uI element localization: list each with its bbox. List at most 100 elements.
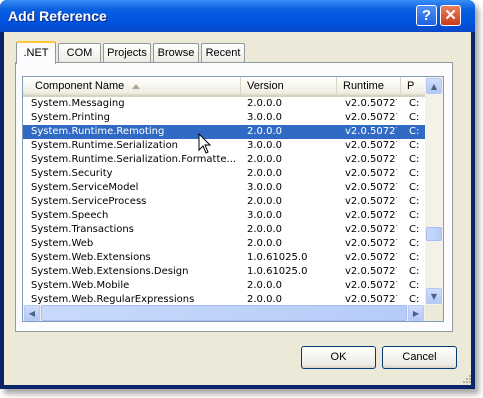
path-cell: C: — [409, 154, 420, 165]
component-name-cell: System.Web.Extensions.Design — [31, 266, 189, 277]
resize-grip-icon[interactable] — [461, 373, 471, 383]
list-item[interactable]: System.ServiceProcess 2.0.0.0 v2.0.50727 C: — [23, 195, 425, 209]
list-header: Component Name Version Runtime P — [23, 77, 425, 97]
tab-net[interactable]: .NET — [16, 41, 56, 64]
component-name-cell: System.Web — [31, 238, 94, 249]
add-reference-dialog: Add Reference ? ✕ .NET COM Projects Brow… — [0, 0, 475, 389]
version-cell: 1.0.61025.0 — [247, 252, 308, 263]
path-cell: C: — [409, 210, 420, 221]
scroll-down-button[interactable]: ▼ — [426, 288, 442, 304]
path-cell: C: — [409, 112, 420, 123]
runtime-cell: v2.0.50727 — [345, 196, 397, 207]
column-header-label: Component Name — [35, 80, 125, 92]
dialog-client-area: .NET COM Projects Browse Recent Componen… — [4, 32, 471, 385]
version-cell: 2.0.0.0 — [247, 168, 282, 179]
version-cell: 2.0.0.0 — [247, 126, 282, 137]
vertical-scrollbar[interactable]: ▲ ▼ — [425, 77, 443, 305]
runtime-cell: v2.0.50727 — [345, 266, 397, 277]
list-item[interactable]: System.ServiceModel 3.0.0.0 v2.0.50727 C: — [23, 181, 425, 195]
runtime-cell: v2.0.50727 — [345, 112, 397, 123]
path-cell: C: — [409, 294, 420, 305]
tab-projects[interactable]: Projects — [103, 43, 151, 62]
component-name-cell: System.Printing — [31, 112, 110, 123]
path-cell: C: — [409, 280, 420, 291]
runtime-cell: v2.0.50727 — [345, 98, 397, 109]
version-cell: 1.0.61025.0 — [247, 266, 308, 277]
title-bar[interactable]: Add Reference ? ✕ — [0, 0, 475, 32]
scroll-right-button[interactable]: ▶ — [408, 305, 424, 321]
sort-ascending-icon — [132, 83, 141, 89]
mouse-pointer-icon — [198, 133, 212, 154]
dialog-title: Add Reference — [8, 8, 107, 24]
component-name-cell: System.Runtime.Serialization.Formatte... — [31, 154, 237, 165]
runtime-cell: v2.0.50727 — [345, 154, 397, 165]
version-cell: 2.0.0.0 — [247, 98, 282, 109]
path-cell: C: — [409, 266, 420, 277]
version-cell: 3.0.0.0 — [247, 182, 282, 193]
column-header-version[interactable]: Version — [241, 77, 337, 95]
component-name-cell: System.Speech — [31, 210, 109, 221]
list-item[interactable]: System.Messaging 2.0.0.0 v2.0.50727 C: — [23, 97, 425, 111]
list-item[interactable]: System.Web.Extensions.Design 1.0.61025.0 v… — [23, 265, 425, 279]
scroll-up-button[interactable]: ▲ — [426, 78, 442, 94]
list-item[interactable]: System.Web.Extensions 1.0.61025.0 v2.0.507… — [23, 251, 425, 265]
list-item[interactable]: System.Speech 3.0.0.0 v2.0.50727 C: — [23, 209, 425, 223]
runtime-cell: v2.0.50727 — [345, 140, 397, 151]
tab-recent[interactable]: Recent — [201, 43, 245, 62]
list-item[interactable]: System.Web.RegularExpressions 2.0.0.0 v2.0… — [23, 293, 425, 305]
tab-browse[interactable]: Browse — [153, 43, 199, 62]
runtime-cell: v2.0.50727 — [345, 224, 397, 235]
component-name-cell: System.Web.Mobile — [31, 280, 130, 291]
version-cell: 2.0.0.0 — [247, 280, 282, 291]
path-cell: C: — [409, 140, 420, 151]
ok-button[interactable]: OK — [301, 346, 376, 369]
vertical-scroll-thumb[interactable] — [426, 227, 442, 241]
version-cell: 2.0.0.0 — [247, 294, 282, 305]
version-cell: 3.0.0.0 — [247, 140, 282, 151]
list-item[interactable]: System.Web 2.0.0.0 v2.0.50727 C: — [23, 237, 425, 251]
path-cell: C: — [409, 98, 420, 109]
runtime-cell: v2.0.50727 — [345, 252, 397, 263]
version-cell: 2.0.0.0 — [247, 224, 282, 235]
component-name-cell: System.Transactions — [31, 224, 134, 235]
column-header-path[interactable]: P — [401, 77, 425, 95]
path-cell: C: — [409, 238, 420, 249]
path-cell: C: — [409, 126, 420, 137]
scroll-left-button[interactable]: ◀ — [24, 305, 40, 321]
column-header-component-name[interactable]: Component Name — [23, 77, 241, 95]
list-item-selected[interactable]: System.Runtime.Remoting 2.0.0.0 v2.0.50727… — [23, 125, 425, 139]
runtime-cell: v2.0.50727 — [345, 280, 397, 291]
version-cell: 2.0.0.0 — [247, 196, 282, 207]
path-cell: C: — [409, 196, 420, 207]
component-name-cell: System.ServiceProcess — [31, 196, 147, 207]
component-name-cell: System.Web.Extensions — [31, 252, 151, 263]
list-item[interactable]: System.Runtime.Serialization.Formatte...… — [23, 153, 425, 167]
runtime-cell: v2.0.50727 — [345, 238, 397, 249]
path-cell: C: — [409, 224, 420, 235]
component-name-cell: System.Web.RegularExpressions — [31, 294, 195, 305]
horizontal-scrollbar[interactable]: ◀ ▶ — [23, 305, 425, 321]
list-item[interactable]: System.Web.Mobile 2.0.0.0 v2.0.50727 C: — [23, 279, 425, 293]
list-item[interactable]: System.Security 2.0.0.0 v2.0.50727 C: — [23, 167, 425, 181]
path-cell: C: — [409, 182, 420, 193]
component-name-cell: System.Security — [31, 168, 113, 179]
runtime-cell: v2.0.50727 — [345, 168, 397, 179]
list-item[interactable]: System.Transactions 2.0.0.0 v2.0.50727 C: — [23, 223, 425, 237]
component-list[interactable]: Component Name Version Runtime P System.… — [22, 76, 444, 322]
runtime-cell: v2.0.50727 — [345, 126, 397, 137]
component-name-cell: System.Messaging — [31, 98, 125, 109]
cancel-button[interactable]: Cancel — [382, 346, 457, 369]
version-cell: 3.0.0.0 — [247, 112, 282, 123]
list-rows: System.Messaging 2.0.0.0 v2.0.50727 C: Syste… — [23, 97, 425, 305]
tab-com[interactable]: COM — [58, 43, 101, 62]
horizontal-scroll-thumb[interactable] — [41, 305, 407, 321]
scrollbar-corner — [425, 305, 443, 321]
list-item[interactable]: System.Printing 3.0.0.0 v2.0.50727 C: — [23, 111, 425, 125]
component-name-cell: System.ServiceModel — [31, 182, 139, 193]
version-cell: 2.0.0.0 — [247, 238, 282, 249]
path-cell: C: — [409, 252, 420, 263]
help-button[interactable]: ? — [416, 5, 437, 26]
list-item[interactable]: System.Runtime.Serialization 3.0.0.0 v2.0.… — [23, 139, 425, 153]
column-header-runtime[interactable]: Runtime — [337, 77, 401, 95]
close-button[interactable]: ✕ — [440, 5, 461, 26]
